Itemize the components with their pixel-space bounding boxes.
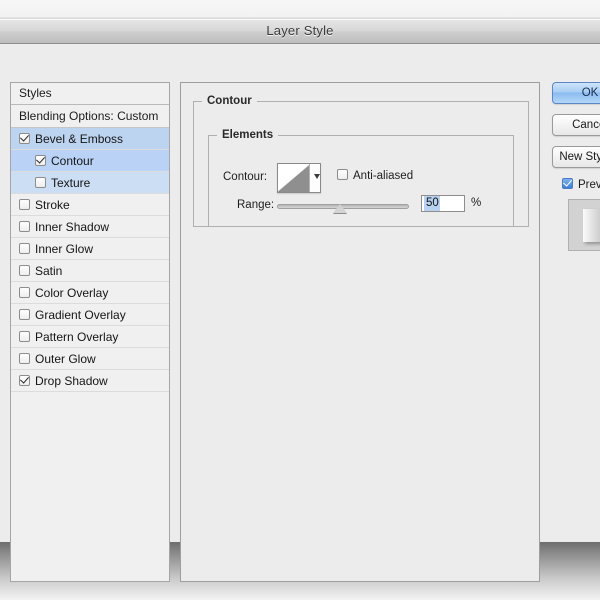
effect-label: Color Overlay <box>35 286 109 300</box>
contour-group: Contour Elements Contour: Anti-aliased R… <box>193 95 529 227</box>
effect-checkbox[interactable] <box>19 331 30 342</box>
effect-row-pattern-overlay[interactable]: Pattern Overlay <box>11 326 169 348</box>
layer-style-dialog: Layer Style Styles Blending Options: Cus… <box>0 18 600 582</box>
effect-checkbox[interactable] <box>19 287 30 298</box>
effect-row-texture[interactable]: Texture <box>11 172 169 194</box>
effect-checkbox[interactable] <box>19 353 30 364</box>
effect-label: Pattern Overlay <box>35 330 119 344</box>
effect-row-outer-glow[interactable]: Outer Glow <box>11 348 169 370</box>
effect-label: Outer Glow <box>35 352 96 366</box>
dialog-body: Styles Blending Options: Custom Bevel & … <box>0 44 600 582</box>
effect-row-gradient-overlay[interactable]: Gradient Overlay <box>11 304 169 326</box>
cancel-button[interactable]: Cancel <box>552 114 600 136</box>
effect-label: Inner Shadow <box>35 220 110 234</box>
range-input[interactable]: 50 <box>421 195 465 212</box>
anti-aliased-label: Anti-aliased <box>353 170 414 182</box>
effect-row-contour[interactable]: Contour <box>11 150 169 172</box>
effect-checkbox[interactable] <box>19 243 30 254</box>
dialog-titlebar[interactable]: Layer Style <box>0 19 600 44</box>
elements-group: Elements Contour: Anti-aliased Range: 50… <box>208 129 514 227</box>
effect-label: Inner Glow <box>35 242 94 256</box>
effect-label: Contour <box>51 154 94 168</box>
anti-aliased-box <box>337 169 348 180</box>
preview-shape-icon <box>583 209 600 242</box>
effect-checkbox[interactable] <box>19 199 30 210</box>
dialog-title: Layer Style <box>266 23 334 38</box>
effect-checkbox[interactable] <box>19 221 30 232</box>
effect-label: Texture <box>51 176 91 190</box>
dialog-button-column: OK Cancel New Style... Preview <box>552 82 600 251</box>
preview-checkbox-box <box>562 178 573 189</box>
ok-button[interactable]: OK <box>552 82 600 104</box>
effect-checkbox[interactable] <box>35 155 46 166</box>
range-slider-thumb[interactable] <box>333 204 347 213</box>
contour-ramp-icon <box>278 164 311 192</box>
effect-row-satin[interactable]: Satin <box>11 260 169 282</box>
contour-swatch-button[interactable] <box>277 163 321 193</box>
effect-row-color-overlay[interactable]: Color Overlay <box>11 282 169 304</box>
anti-aliased-checkbox[interactable]: Anti-aliased <box>337 169 413 182</box>
effect-label: Satin <box>35 264 63 278</box>
layer-preview-thumbnail <box>568 199 600 251</box>
preview-checkbox[interactable]: Preview <box>562 178 600 191</box>
effect-label: Bevel & Emboss <box>35 132 124 146</box>
range-slider[interactable] <box>277 203 409 213</box>
range-unit-label: % <box>471 197 482 209</box>
contour-field-label: Contour: <box>223 171 268 183</box>
effect-checkbox[interactable] <box>19 133 30 144</box>
effects-list: Bevel & Emboss Contour Texture Stroke Inner … <box>11 128 169 392</box>
preview-label: Preview <box>578 179 600 191</box>
effect-checkbox[interactable] <box>19 309 30 320</box>
screen-root: Layer Style Styles Blending Options: Cus… <box>0 0 600 600</box>
range-input-value: 50 <box>424 196 440 211</box>
effect-row-stroke[interactable]: Stroke <box>11 194 169 216</box>
effect-row-bevel-emboss[interactable]: Bevel & Emboss <box>11 128 169 150</box>
contour-settings-panel: Contour Elements Contour: Anti-aliased R… <box>180 82 540 582</box>
desktop-backdrop-top <box>0 0 600 18</box>
effect-checkbox[interactable] <box>35 177 46 188</box>
styles-list-panel: Styles Blending Options: Custom Bevel & … <box>10 82 170 582</box>
new-style-button[interactable]: New Style... <box>552 146 600 168</box>
styles-header[interactable]: Styles <box>11 83 169 105</box>
effect-row-drop-shadow[interactable]: Drop Shadow <box>11 370 169 392</box>
effect-row-inner-shadow[interactable]: Inner Shadow <box>11 216 169 238</box>
effect-checkbox[interactable] <box>19 265 30 276</box>
effect-checkbox[interactable] <box>19 375 30 386</box>
effect-row-inner-glow[interactable]: Inner Glow <box>11 238 169 260</box>
chevron-down-icon[interactable] <box>309 164 320 192</box>
range-field-label: Range: <box>237 199 275 211</box>
contour-group-title: Contour <box>207 95 252 107</box>
effect-label: Drop Shadow <box>35 374 108 388</box>
blending-options-row[interactable]: Blending Options: Custom <box>11 105 169 128</box>
effect-label: Stroke <box>35 198 70 212</box>
effect-label: Gradient Overlay <box>35 308 126 322</box>
elements-group-title: Elements <box>222 129 274 141</box>
